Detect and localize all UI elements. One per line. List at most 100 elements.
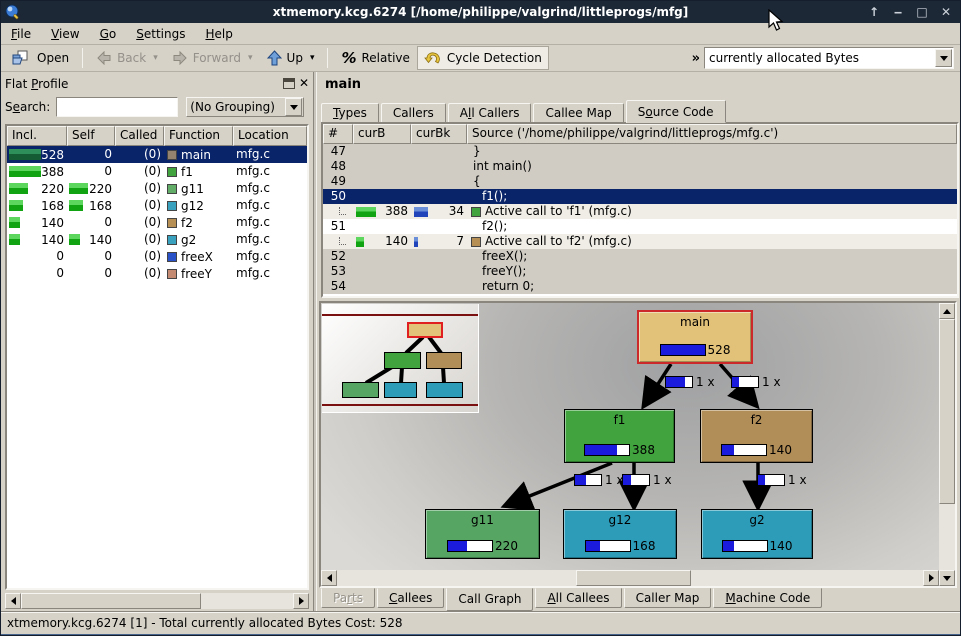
- scroll-right-icon[interactable]: [923, 570, 939, 586]
- function-color-icon: [167, 150, 177, 160]
- tab-all-callees[interactable]: All Callees: [535, 588, 621, 608]
- tab-callees[interactable]: Callees: [377, 588, 444, 608]
- maximize-button[interactable]: □: [914, 5, 930, 19]
- function-color-icon: [471, 207, 481, 217]
- source-line[interactable]: 51f2();: [323, 219, 957, 234]
- menu-file[interactable]: File: [9, 25, 41, 43]
- column-function[interactable]: Function: [164, 126, 233, 146]
- minimap-node-f2: [426, 352, 462, 369]
- scroll-down-icon[interactable]: [939, 570, 955, 586]
- menu-go[interactable]: Go: [98, 25, 127, 43]
- source-call-line[interactable]: 140 7 Active call to 'f2' (mfg.c): [323, 234, 957, 249]
- edge-label-main-f1: 1 x: [665, 375, 715, 389]
- source-line-selected[interactable]: 50f1();: [323, 189, 957, 204]
- column-self[interactable]: Self: [67, 126, 115, 146]
- table-row-g12[interactable]: 168 168 (0) g12 mfg.c: [7, 197, 307, 214]
- function-pane: main Types Callers All Callers Callee Ma…: [317, 72, 961, 611]
- menu-help[interactable]: Help: [203, 25, 242, 43]
- scrollbar-thumb[interactable]: [939, 319, 955, 504]
- source-line[interactable]: 52freeX();: [323, 249, 957, 264]
- menu-view[interactable]: View: [49, 25, 89, 43]
- tab-callers[interactable]: Callers: [381, 103, 446, 123]
- up-button[interactable]: Up▾: [260, 46, 322, 70]
- graph-node-main[interactable]: main 528: [637, 310, 753, 364]
- search-input[interactable]: [56, 97, 178, 117]
- open-button[interactable]: Open: [5, 46, 76, 70]
- menu-settings[interactable]: Settings: [134, 25, 195, 43]
- table-row-f1[interactable]: 388 0 (0) f1 mfg.c: [7, 163, 307, 180]
- table-row-freeX[interactable]: 0 0 (0) freeX mfg.c: [7, 248, 307, 265]
- cycle-detection-toggle-button[interactable]: Cycle Detection: [417, 46, 549, 70]
- grouping-arrow-icon[interactable]: [285, 98, 302, 116]
- back-button[interactable]: Back▾: [89, 46, 165, 70]
- graph-hscrollbar[interactable]: [321, 570, 939, 586]
- mouse-cursor: [767, 9, 785, 33]
- forward-button[interactable]: Forward▾: [165, 46, 260, 70]
- callee-view-tabs: Parts Callees Call Graph All Callees Cal…: [321, 588, 824, 611]
- toolbar-separator: [82, 48, 83, 68]
- combobox-arrow-icon[interactable]: [935, 49, 952, 67]
- graph-vscrollbar[interactable]: [939, 303, 955, 586]
- table-row-main[interactable]: 528 0 (0) main mfg.c: [7, 146, 307, 163]
- minimize-button[interactable]: ‒: [890, 5, 906, 19]
- graph-node-f2[interactable]: f2 140: [700, 409, 813, 463]
- tab-parts[interactable]: Parts: [321, 588, 375, 608]
- function-color-icon: [167, 252, 177, 262]
- close-dock-icon[interactable]: ✕: [299, 78, 309, 89]
- table-row-freeY[interactable]: 0 0 (0) freeY mfg.c: [7, 265, 307, 282]
- table-row-g2[interactable]: 140 140 (0) g2 mfg.c: [7, 231, 307, 248]
- source-line[interactable]: 54return 0;: [323, 279, 957, 294]
- float-dock-icon[interactable]: [283, 78, 295, 89]
- graph-node-g2[interactable]: g2 140: [701, 509, 813, 559]
- column-called[interactable]: Called: [115, 126, 164, 146]
- source-call-line[interactable]: 388 34 Active call to 'f1' (mfg.c): [323, 204, 957, 219]
- column-source[interactable]: Source ('/home/philippe/valgrind/littlep…: [467, 124, 957, 144]
- tab-source-code[interactable]: Source Code: [626, 100, 726, 123]
- tab-all-callers[interactable]: All Callers: [448, 103, 532, 123]
- tab-call-graph[interactable]: Call Graph: [446, 588, 533, 611]
- column-curB[interactable]: curB: [353, 124, 411, 144]
- relative-toggle-button[interactable]: % Relative: [334, 46, 416, 70]
- column-incl[interactable]: Incl.: [7, 126, 67, 146]
- application-window: xtmemory.kcg.6274 [/home/philippe/valgri…: [0, 0, 961, 636]
- function-color-icon: [167, 184, 177, 194]
- selected-function-title: main: [325, 77, 361, 92]
- graph-overview-minimap[interactable]: [322, 304, 479, 413]
- source-line[interactable]: 47}: [323, 144, 957, 159]
- forward-arrow-icon: [172, 51, 188, 65]
- graph-node-f1[interactable]: f1 388: [564, 409, 675, 463]
- call-graph-view[interactable]: main 528 f1 388 f2 140 g11 220 g12 168 g…: [319, 301, 957, 588]
- column-curBk[interactable]: curBk: [411, 124, 467, 144]
- column-location[interactable]: Location: [233, 126, 307, 146]
- scrollbar-thumb[interactable]: [21, 593, 201, 609]
- tree-branch-icon: [339, 207, 346, 215]
- grouping-combobox[interactable]: (No Grouping): [186, 97, 304, 117]
- flat-profile-hscrollbar[interactable]: [5, 593, 309, 609]
- source-line[interactable]: 48int main(): [323, 159, 957, 174]
- event-type-combobox[interactable]: currently allocated Bytes: [704, 47, 954, 69]
- function-color-icon: [167, 201, 177, 211]
- close-button[interactable]: ✕: [938, 5, 954, 19]
- graph-node-g12[interactable]: g12 168: [563, 509, 677, 559]
- scrollbar-thumb[interactable]: [576, 570, 691, 586]
- scroll-left-icon[interactable]: [321, 570, 337, 586]
- column-line-number[interactable]: #: [323, 124, 353, 144]
- graph-node-g11[interactable]: g11 220: [425, 509, 540, 559]
- scroll-left-icon[interactable]: [5, 593, 21, 609]
- table-row-g11[interactable]: 220 220 (0) g11 mfg.c: [7, 180, 307, 197]
- toolbar-overflow-chevron[interactable]: »: [692, 51, 700, 66]
- scroll-up-icon[interactable]: [939, 303, 955, 319]
- shade-button[interactable]: ↑: [866, 5, 882, 19]
- function-view-tabs: Types Callers All Callers Callee Map Sou…: [321, 100, 728, 123]
- tab-types[interactable]: Types: [321, 103, 379, 123]
- scroll-right-icon[interactable]: [293, 593, 309, 609]
- source-line[interactable]: 49{: [323, 174, 957, 189]
- function-color-icon: [167, 235, 177, 245]
- tab-caller-map[interactable]: Caller Map: [624, 588, 712, 608]
- table-row-f2[interactable]: 140 0 (0) f2 mfg.c: [7, 214, 307, 231]
- tab-machine-code[interactable]: Machine Code: [713, 588, 822, 608]
- dock-titlebar[interactable]: Flat Profile ✕: [5, 75, 309, 92]
- titlebar[interactable]: xtmemory.kcg.6274 [/home/philippe/valgri…: [1, 1, 960, 23]
- source-line[interactable]: 53freeY();: [323, 264, 957, 279]
- tab-callee-map[interactable]: Callee Map: [533, 103, 623, 123]
